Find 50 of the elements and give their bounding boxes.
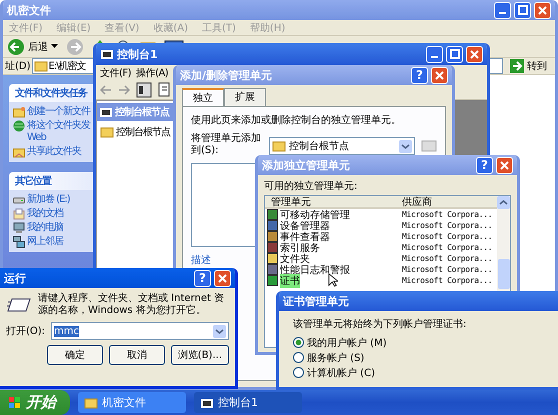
section-label: 描述 <box>191 254 211 267</box>
menu-item[interactable]: 文件(F) <box>100 66 132 80</box>
column-header[interactable]: 供应商 <box>400 194 497 208</box>
taskbar-button[interactable]: 控制台1 <box>194 392 302 413</box>
browse-button[interactable]: 浏览(B)... <box>170 345 229 365</box>
tab[interactable]: 独立 <box>182 88 224 106</box>
help-button[interactable]: ? <box>476 156 493 174</box>
go-button[interactable]: 转到 <box>504 59 553 73</box>
window-title: 运行 <box>4 270 27 286</box>
tab[interactable]: 扩展 <box>224 88 266 106</box>
window-title: 证书管理单元 <box>283 294 350 308</box>
task-link[interactable]: 网上邻居 <box>27 236 63 248</box>
prompt-text: 该管理单元将始终为下列帐户管理证书: <box>293 318 468 331</box>
task-link[interactable]: 共享此文件夹 <box>27 146 81 158</box>
back-button[interactable]: 后退 <box>7 38 58 56</box>
task-link[interactable]: 我的文档 <box>27 208 63 220</box>
list-row[interactable]: 证书 Microsoft Corpora... <box>265 275 497 286</box>
cancel-button[interactable]: 取消 <box>108 345 165 365</box>
column-header[interactable]: 管理单元 <box>265 194 400 208</box>
prompt-text: 请键入程序、文件夹、文档或 Internet 资源的名称，Windows 将为您打开它。 <box>38 293 226 317</box>
radio-label[interactable]: 我的用户帐户 (M) <box>307 336 387 350</box>
task-link[interactable]: 创建一个新文件 <box>27 106 90 118</box>
window-title: 机密文件 <box>7 2 52 18</box>
list-row[interactable]: 性能日志和警报 Microsoft Corpora... <box>265 264 497 275</box>
help-button[interactable]: ? <box>194 270 211 286</box>
dropdown[interactable]: 控制台根节点 <box>269 137 415 155</box>
window-title: 添加独立管理单元 <box>262 158 351 172</box>
start-button[interactable]: 开始 <box>0 390 70 415</box>
intro-text: 使用此页来添加或删除控制台的独立管理单元。 <box>191 114 402 127</box>
taskbar-button[interactable]: 机密文件 <box>78 392 186 413</box>
task-link[interactable]: 将这个文件夹发 Web <box>27 120 90 144</box>
ok-button[interactable]: 确定 <box>46 345 103 365</box>
radio-label[interactable]: 计算机帐户 (C) <box>307 366 375 380</box>
address-label: 址(D) <box>5 60 31 73</box>
list-row[interactable]: 可移动存储管理 Microsoft Corpora... <box>265 209 497 220</box>
list-label: 可用的独立管理单元: <box>264 180 358 193</box>
help-button[interactable]: ? <box>411 66 428 84</box>
window-title: 控制台1 <box>117 46 159 62</box>
field-label: 打开(O): <box>6 324 46 338</box>
task-link[interactable]: 新加卷 (E:) <box>27 194 70 206</box>
list-row[interactable]: 事件查看器 Microsoft Corpora... <box>265 231 497 242</box>
list-row[interactable]: 文件夹 Microsoft Corpora... <box>265 253 497 264</box>
list-row[interactable]: 索引服务 Microsoft Corpora... <box>265 242 497 253</box>
list-row[interactable]: 设备管理器 Microsoft Corpora... <box>265 220 497 231</box>
task-link[interactable]: 我的电脑 <box>27 222 63 234</box>
field-label: 将管理单元添加到(S): <box>191 133 262 157</box>
radio-label[interactable]: 服务帐户 (S) <box>307 350 364 364</box>
command-field[interactable]: mmc <box>51 322 229 340</box>
menu-item[interactable]: 操作(A) <box>136 66 168 80</box>
window-title: 添加/删除管理单元 <box>180 68 274 82</box>
